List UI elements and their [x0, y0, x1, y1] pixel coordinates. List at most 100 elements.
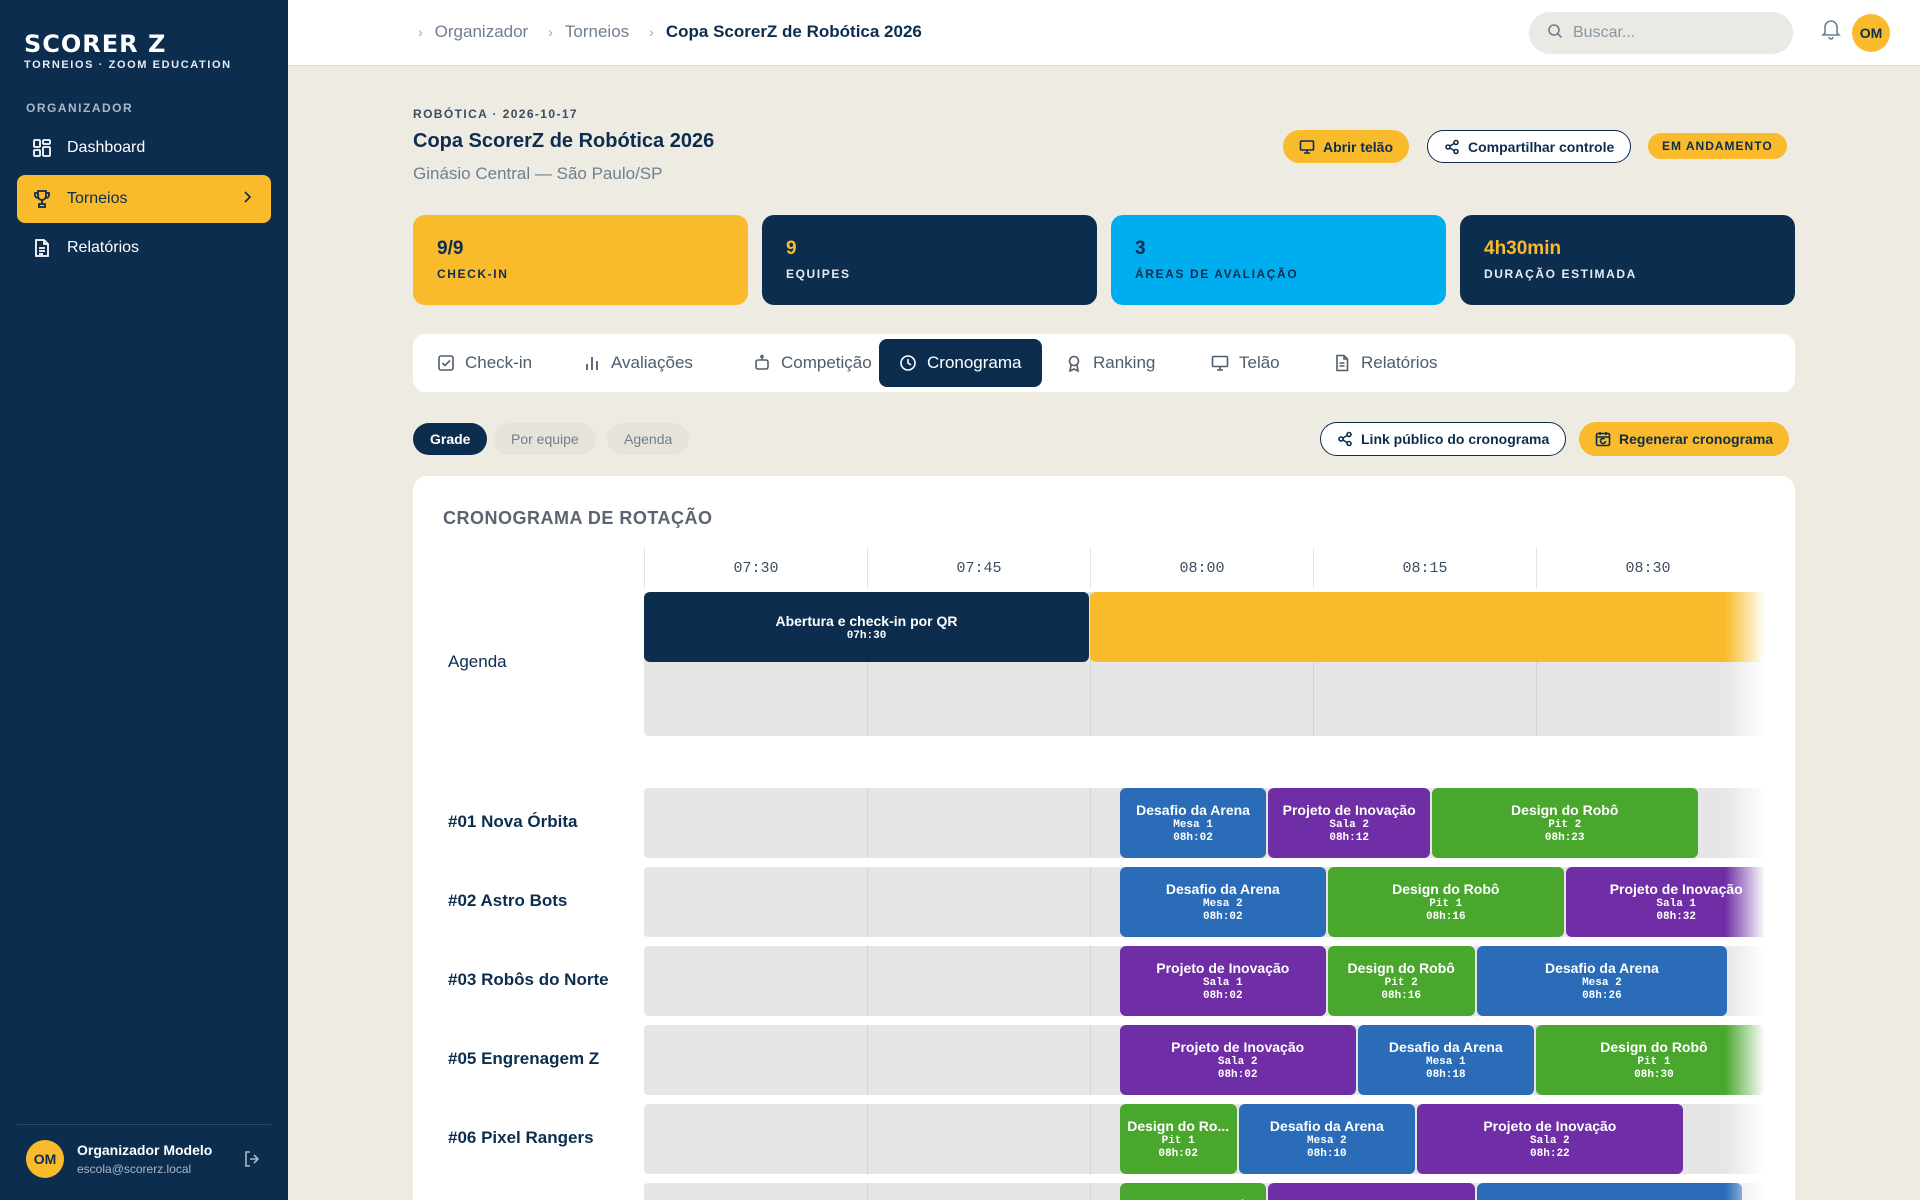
schedule-block-design[interactable]: Design do Ro... Pit 1 08h:02: [1119, 1104, 1237, 1174]
grid-line: [867, 946, 868, 1016]
monitor-icon: [1299, 139, 1315, 154]
tab-label: Avaliações: [611, 353, 693, 372]
block-time: 08h:23: [1544, 832, 1585, 844]
agenda-block[interactable]: Abertura e check-in por QR 07h:30: [644, 592, 1089, 662]
tab-telao[interactable]: Telão: [1191, 339, 1300, 387]
user-avatar[interactable]: OM: [26, 1140, 64, 1178]
grid-line: [1090, 946, 1091, 1016]
schedule-block-design[interactable]: Design do Robô Pit 1 08h:16: [1327, 867, 1564, 937]
block-place: Mesa 1: [1425, 1056, 1466, 1068]
block-place: Sala 2: [1530, 1135, 1570, 1147]
tab-label: Check-in: [465, 353, 533, 372]
block-time: 08h:32: [1656, 911, 1697, 923]
block-title: Projeto de Inovação: [1282, 802, 1416, 818]
public-link-button[interactable]: Link público do cronograma: [1320, 422, 1567, 456]
open-screen-button[interactable]: Abrir telão: [1283, 130, 1410, 163]
row-label-team: #02 Astro Bots: [448, 891, 568, 910]
stat-value: 9/9: [437, 238, 464, 259]
stat-label: ÁREAS DE AVALIAÇÃO: [1135, 267, 1299, 281]
bell-icon[interactable]: [1821, 18, 1841, 45]
block-time: 08h:22: [1530, 1148, 1570, 1160]
public-link-label: Link público do cronograma: [1361, 431, 1550, 447]
search-input[interactable]: [1573, 24, 1773, 42]
view-por-equipe[interactable]: Por equipe: [494, 423, 596, 455]
time-tick: 08:15: [1313, 548, 1536, 588]
schedule-block-inovacao[interactable]: Projeto de Inovação Sala 2 08h:12: [1268, 788, 1430, 858]
schedule-block-arena[interactable]: Desafio da Arena Mesa 1 08h:18: [1357, 1025, 1534, 1095]
block-time: 08h:26: [1582, 990, 1622, 1002]
search-icon: [1547, 23, 1563, 44]
tab-competicao[interactable]: Competição: [733, 339, 892, 387]
sidebar-item-label: Dashboard: [67, 139, 146, 156]
sidebar-item-label: Torneios: [67, 190, 128, 207]
tab-label: Competição: [781, 353, 872, 372]
schedule-block-inovacao[interactable]: Projeto de Inovação Sala 2 08h:02: [1119, 1025, 1356, 1095]
sidebar-item-dashboard[interactable]: Dashboard: [17, 124, 271, 172]
checkbox-icon: [438, 355, 454, 371]
agenda-current-block[interactable]: [1090, 592, 1765, 662]
row-label-team: #03 Robôs do Norte: [448, 970, 609, 989]
page-title: Copa ScorerZ de Robótica 2026: [413, 130, 715, 152]
breadcrumb: › Organizador › Torneios › Copa ScorerZ …: [418, 22, 942, 42]
chevron-right-icon: ›: [548, 24, 553, 40]
block-place: Mesa 2: [1582, 977, 1622, 989]
schedule-block-inovacao[interactable]: Projeto de InovaçãoSala 108h:12: [1268, 1183, 1475, 1200]
trophy-icon: [31, 188, 53, 210]
tab-checkin[interactable]: Check-in: [417, 339, 552, 387]
view-grade[interactable]: Grade: [413, 423, 488, 455]
block-time: 08h:16: [1425, 911, 1466, 923]
tab-cronograma[interactable]: Cronograma: [879, 339, 1042, 387]
tab-label: Relatórios: [1361, 353, 1438, 372]
block-title: Design do Ro...: [1127, 1118, 1230, 1134]
block-time: 07h:30: [846, 629, 887, 642]
block-title: Projeto de Inovação: [1171, 1039, 1305, 1055]
open-screen-label: Abrir telão: [1323, 138, 1394, 155]
block-title: Desafio da Arena: [1544, 960, 1659, 976]
view-agenda[interactable]: Agenda: [607, 423, 690, 455]
schedule-block-inovacao[interactable]: Projeto de Inovação Sala 1 08h:02: [1119, 946, 1326, 1016]
document-icon: [31, 237, 53, 259]
grid-line: [1090, 1183, 1091, 1200]
tab-bar: Check-in Avaliações Competição Cronogram…: [413, 334, 1795, 392]
schedule-block-arena[interactable]: Desafio da Arena Mesa 2 08h:26: [1476, 946, 1728, 1016]
schedule-block-arena[interactable]: Desafio da Arena Mesa 1 08h:02: [1119, 788, 1267, 858]
schedule-block-design[interactable]: Design do RobôPit 208h:02: [1119, 1183, 1267, 1200]
stat-value: 3: [1135, 238, 1146, 259]
top-avatar[interactable]: OM: [1852, 14, 1890, 52]
block-title: Desafio da Arena: [1388, 1039, 1503, 1055]
block-time: 08h:02: [1217, 1069, 1258, 1081]
block-title: Design do Robô: [1347, 960, 1455, 976]
sidebar-divider: [17, 1124, 271, 1125]
tab-label: Cronograma: [927, 353, 1022, 372]
sidebar-item-torneios[interactable]: Torneios: [17, 175, 271, 223]
share-control-button[interactable]: Compartilhar controle: [1427, 130, 1632, 163]
block-place: Mesa 2: [1202, 898, 1243, 910]
breadcrumb-organizador[interactable]: Organizador: [435, 22, 529, 42]
schedule-block-inovacao[interactable]: Projeto de Inovação Sala 1 08h:32: [1565, 867, 1765, 937]
schedule-timeline: 07:30 07:45 08:00 08:15 08:30 Abertura e chec…: [644, 548, 1765, 1200]
block-place: Sala 2: [1217, 1056, 1258, 1068]
schedule-block-design[interactable]: Design do Robô Pit 2 08h:16: [1327, 946, 1475, 1016]
regenerate-button[interactable]: Regenerar cronograma: [1579, 422, 1790, 456]
row-label-team: #06 Pixel Rangers: [448, 1128, 594, 1147]
schedule-block-arena[interactable]: Desafio da Arena Mesa 2 08h:02: [1119, 867, 1326, 937]
tab-avaliacoes[interactable]: Avaliações: [563, 339, 713, 387]
schedule-panel: CRONOGRAMA DE ROTAÇÃO Agenda #01 Nova Órb…: [413, 476, 1795, 1200]
schedule-block-design[interactable]: Design do Robô Pit 2 08h:23: [1431, 788, 1698, 858]
sidebar-item-relatorios[interactable]: Relatórios: [17, 224, 271, 272]
tab-relatorios[interactable]: Relatórios: [1313, 339, 1458, 387]
breadcrumb-torneios[interactable]: Torneios: [565, 22, 629, 42]
block-time: 08h:02: [1173, 832, 1213, 844]
logout-icon[interactable]: [242, 1149, 262, 1174]
stat-value: 9: [786, 238, 797, 259]
stat-card-duration: 4h30min DURAÇÃO ESTIMADA: [1460, 215, 1795, 305]
block-place: Mesa 2: [1307, 1135, 1347, 1147]
time-tick: 07:45: [867, 548, 1090, 588]
schedule-block-arena[interactable]: Desafio da Arena Mesa 2 08h:10: [1238, 1104, 1416, 1174]
schedule-block-arena[interactable]: Desafio da ArenaMesa 108h:26: [1476, 1183, 1743, 1200]
app-logo[interactable]: SCORER Z: [24, 30, 166, 58]
schedule-block-inovacao[interactable]: Projeto de Inovação Sala 2 08h:22: [1417, 1104, 1683, 1174]
tab-ranking[interactable]: Ranking: [1045, 339, 1175, 387]
block-title: Projeto de Inovação: [1483, 1118, 1617, 1134]
schedule-block-design[interactable]: Design do Robô Pit 1 08h:30: [1536, 1025, 1765, 1095]
